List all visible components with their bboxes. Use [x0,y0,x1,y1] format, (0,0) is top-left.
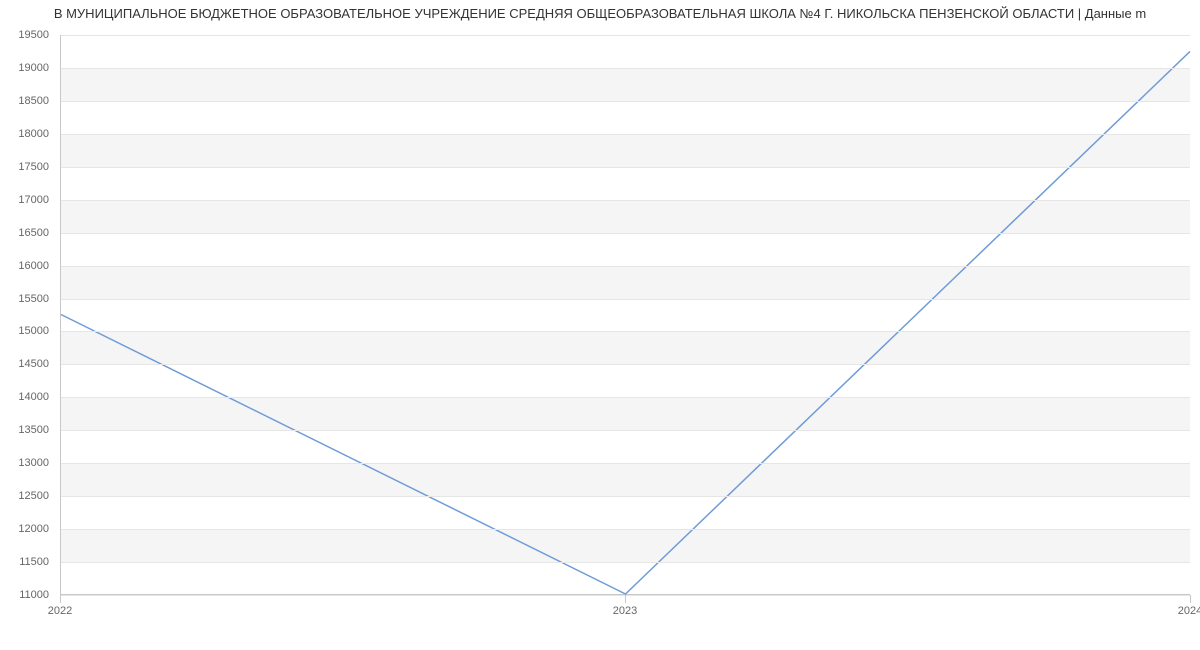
y-tick-label: 14000 [18,391,49,403]
chart-title: В МУНИЦИПАЛЬНОЕ БЮДЖЕТНОЕ ОБРАЗОВАТЕЛЬНО… [0,0,1200,25]
y-axis: 11000 11500 12000 12500 13000 13500 14000 14500… [0,25,55,635]
x-tick-label: 2023 [613,605,637,617]
y-gridline [61,134,1190,135]
y-tick-label: 16500 [18,227,49,239]
y-tick-label: 14500 [18,358,49,370]
y-tick-label: 11000 [19,589,49,601]
y-gridline [61,299,1190,300]
y-gridline [61,200,1190,201]
y-tick-label: 15500 [18,293,49,305]
y-tick-label: 12000 [18,523,49,535]
y-gridline [61,101,1190,102]
y-tick-label: 13500 [18,424,49,436]
y-gridline [61,233,1190,234]
data-line [61,51,1190,594]
y-tick-label: 18500 [18,95,49,107]
x-tick-mark [625,595,626,603]
x-tick-label: 2022 [48,605,72,617]
x-tick-label: 2024 [1178,605,1200,617]
y-gridline [61,463,1190,464]
y-tick-label: 18000 [18,128,49,140]
y-gridline [61,529,1190,530]
y-gridline [61,430,1190,431]
line-series [61,35,1190,594]
y-tick-label: 19000 [18,62,49,74]
y-tick-label: 15000 [18,325,49,337]
y-tick-label: 17500 [18,161,49,173]
y-gridline [61,562,1190,563]
y-gridline [61,68,1190,69]
y-tick-label: 12500 [18,490,49,502]
plot-area [60,35,1190,595]
y-gridline [61,35,1190,36]
y-tick-label: 19500 [18,29,49,41]
y-gridline [61,167,1190,168]
x-tick-mark [1190,595,1191,603]
x-tick-mark [60,595,61,603]
y-tick-label: 17000 [18,194,49,206]
y-gridline [61,397,1190,398]
y-tick-label: 16000 [18,260,49,272]
y-gridline [61,331,1190,332]
y-gridline [61,496,1190,497]
y-tick-label: 11500 [19,556,49,568]
chart-area: 11000 11500 12000 12500 13000 13500 14000 14500… [0,25,1200,635]
y-gridline [61,364,1190,365]
y-tick-label: 13000 [18,457,49,469]
y-gridline [61,266,1190,267]
